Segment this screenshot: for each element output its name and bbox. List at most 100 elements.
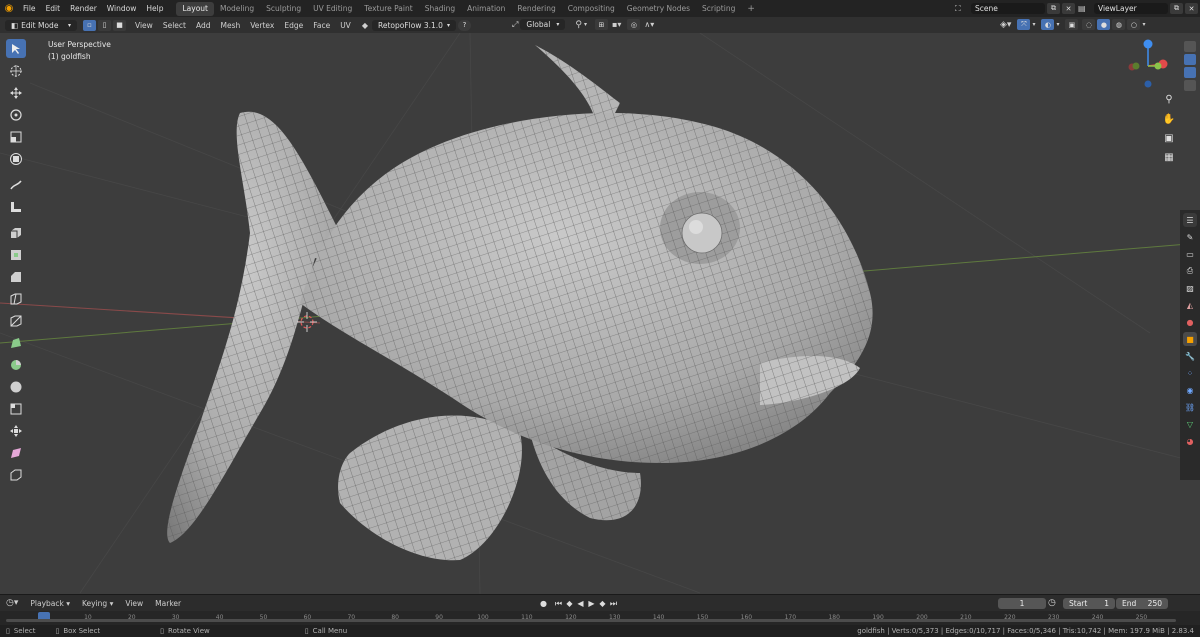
inset-tool[interactable] <box>6 245 26 264</box>
tab-sculpting[interactable]: Sculpting <box>260 2 307 16</box>
jump-start-icon[interactable]: ⏮ <box>553 598 564 609</box>
menu-add[interactable]: Add <box>191 21 216 30</box>
chevron-down-icon[interactable]: ▾ <box>584 21 587 28</box>
view-layer-field[interactable]: ViewLayer <box>1094 3 1168 14</box>
menu-mesh[interactable]: Mesh <box>215 21 245 30</box>
scene-name-field[interactable]: Scene <box>971 3 1045 14</box>
cursor-tool[interactable] <box>6 61 26 80</box>
rotate-tool[interactable] <box>6 105 26 124</box>
transform-tool[interactable] <box>6 149 26 168</box>
goldfish-mesh[interactable] <box>167 45 873 561</box>
prev-keyframe-icon[interactable]: ◆ <box>564 598 575 609</box>
physics-properties-icon[interactable]: ◉ <box>1183 383 1197 397</box>
edge-slide-tool[interactable] <box>6 399 26 418</box>
tab-rendering[interactable]: Rendering <box>511 2 561 16</box>
stopwatch-icon[interactable]: ◷ <box>1048 598 1056 608</box>
menu-uv[interactable]: UV <box>335 21 356 30</box>
material-shading-icon[interactable]: ◍ <box>1112 19 1126 30</box>
orientation-dropdown[interactable]: Global ▾ <box>520 19 566 30</box>
neg-y-axis-handle[interactable] <box>1132 62 1140 70</box>
wireframe-shading-icon[interactable]: ◌ <box>1082 19 1096 30</box>
menu-render[interactable]: Render <box>65 4 102 13</box>
timeline-ruler[interactable]: 0102030405060708090100110120130140150160… <box>0 611 1200 625</box>
menu-file[interactable]: File <box>18 4 41 13</box>
vertex-select-icon[interactable]: ▫ <box>83 19 96 31</box>
gizmo-icon[interactable]: ⤧ <box>1017 19 1031 30</box>
menu-help[interactable]: Help <box>141 4 168 13</box>
visibility-icon[interactable]: ◈▾ <box>1000 20 1011 30</box>
delete-scene-icon[interactable]: ✕ <box>1062 3 1075 14</box>
rendered-shading-icon[interactable]: ○ <box>1127 19 1141 30</box>
clock-icon[interactable]: ◷▾ <box>6 598 18 608</box>
solid-shading-icon[interactable]: ● <box>1097 19 1111 30</box>
current-frame-field[interactable]: 1 <box>998 598 1046 609</box>
y-axis-handle[interactable] <box>1154 62 1162 70</box>
edge-select-icon[interactable]: ▯ <box>98 19 111 31</box>
view-layer-properties-icon[interactable]: ▨ <box>1183 281 1197 295</box>
add-workspace-button[interactable]: + <box>741 2 761 16</box>
timeline-scrollbar[interactable] <box>6 619 1176 622</box>
render-tab-icon[interactable] <box>1184 80 1196 91</box>
tab-layout[interactable]: Layout <box>176 1 214 16</box>
mode-dropdown[interactable]: ◧ Edit Mode ▾ <box>5 19 77 31</box>
play-icon[interactable]: ▶ <box>586 598 597 609</box>
world-properties-icon[interactable]: ● <box>1183 315 1197 329</box>
view-layer-icon[interactable]: ▤ <box>1078 4 1094 13</box>
menu-edge[interactable]: Edge <box>279 21 308 30</box>
tab-modeling[interactable]: Modeling <box>214 2 260 16</box>
falloff-icon[interactable]: ∧▾ <box>644 20 654 29</box>
extrude-tool[interactable] <box>6 223 26 242</box>
retopoflow-icon[interactable]: ◆ <box>362 21 368 30</box>
menu-vertex[interactable]: Vertex <box>245 21 279 30</box>
annotate-tool[interactable] <box>6 175 26 194</box>
delete-view-layer-icon[interactable]: ✕ <box>1185 3 1198 14</box>
overlay-icon[interactable]: ◐ <box>1041 19 1055 30</box>
tool-properties-icon[interactable]: ☰ <box>1183 213 1197 227</box>
view-tab-icon[interactable] <box>1184 67 1196 78</box>
scene-properties-icon[interactable]: ◭ <box>1183 298 1197 312</box>
pivot-point-icon[interactable]: ⚲ <box>575 20 582 30</box>
tab-animation[interactable]: Animation <box>461 2 511 16</box>
xray-icon[interactable]: ▣ <box>1065 19 1079 30</box>
rip-tool[interactable] <box>6 465 26 484</box>
spin-tool[interactable] <box>6 355 26 374</box>
material-properties-icon[interactable]: ◕ <box>1183 434 1197 448</box>
tab-scripting[interactable]: Scripting <box>696 2 741 16</box>
menu-window[interactable]: Window <box>102 4 142 13</box>
zoom-icon[interactable]: ⚲ <box>1162 92 1176 106</box>
select-box-tool[interactable] <box>6 39 26 58</box>
jump-end-icon[interactable]: ⏭ <box>608 598 619 609</box>
poly-build-tool[interactable] <box>6 333 26 352</box>
snap-target-icon[interactable]: ▪▾ <box>612 20 621 29</box>
new-view-layer-icon[interactable]: ⧉ <box>1170 3 1183 14</box>
tab-uv-editing[interactable]: UV Editing <box>307 2 358 16</box>
next-keyframe-icon[interactable]: ◆ <box>597 598 608 609</box>
particle-properties-icon[interactable]: ⁘ <box>1183 366 1197 380</box>
menu-marker[interactable]: Marker <box>149 599 187 608</box>
knife-tool[interactable] <box>6 311 26 330</box>
blender-logo-icon[interactable]: ◉ <box>0 3 18 14</box>
render-properties-icon[interactable]: ▭ <box>1183 247 1197 261</box>
z-axis-handle[interactable] <box>1143 39 1153 49</box>
help-icon[interactable]: ? <box>457 19 471 31</box>
menu-face[interactable]: Face <box>308 21 335 30</box>
shrink-fatten-tool[interactable] <box>6 421 26 440</box>
retopoflow-dropdown[interactable]: RetopoFlow 3.1.0 ▾ <box>371 19 456 31</box>
shear-tool[interactable] <box>6 443 26 462</box>
chevron-down-icon[interactable]: ▾ <box>1142 21 1145 28</box>
tab-compositing[interactable]: Compositing <box>562 2 621 16</box>
3d-viewport[interactable]: User Perspective (1) goldfish ⚲ ✋ ▣ ▦ <box>0 33 1200 594</box>
viewport-scene[interactable] <box>0 33 1200 594</box>
chevron-down-icon[interactable]: ▾ <box>1032 21 1035 28</box>
proportional-editing-icon[interactable]: ◎ <box>627 19 641 30</box>
scale-tool[interactable] <box>6 127 26 146</box>
tool-settings-icon[interactable] <box>1184 41 1196 52</box>
menu-timeline-view[interactable]: View <box>119 599 149 608</box>
tab-texture-paint[interactable]: Texture Paint <box>358 2 418 16</box>
measure-tool[interactable] <box>6 197 26 216</box>
play-reverse-icon[interactable]: ◀ <box>575 598 586 609</box>
pan-hand-icon[interactable]: ✋ <box>1162 112 1176 126</box>
loop-cut-tool[interactable] <box>6 289 26 308</box>
navigation-gizmo[interactable] <box>1128 39 1168 88</box>
menu-edit[interactable]: Edit <box>41 4 66 13</box>
